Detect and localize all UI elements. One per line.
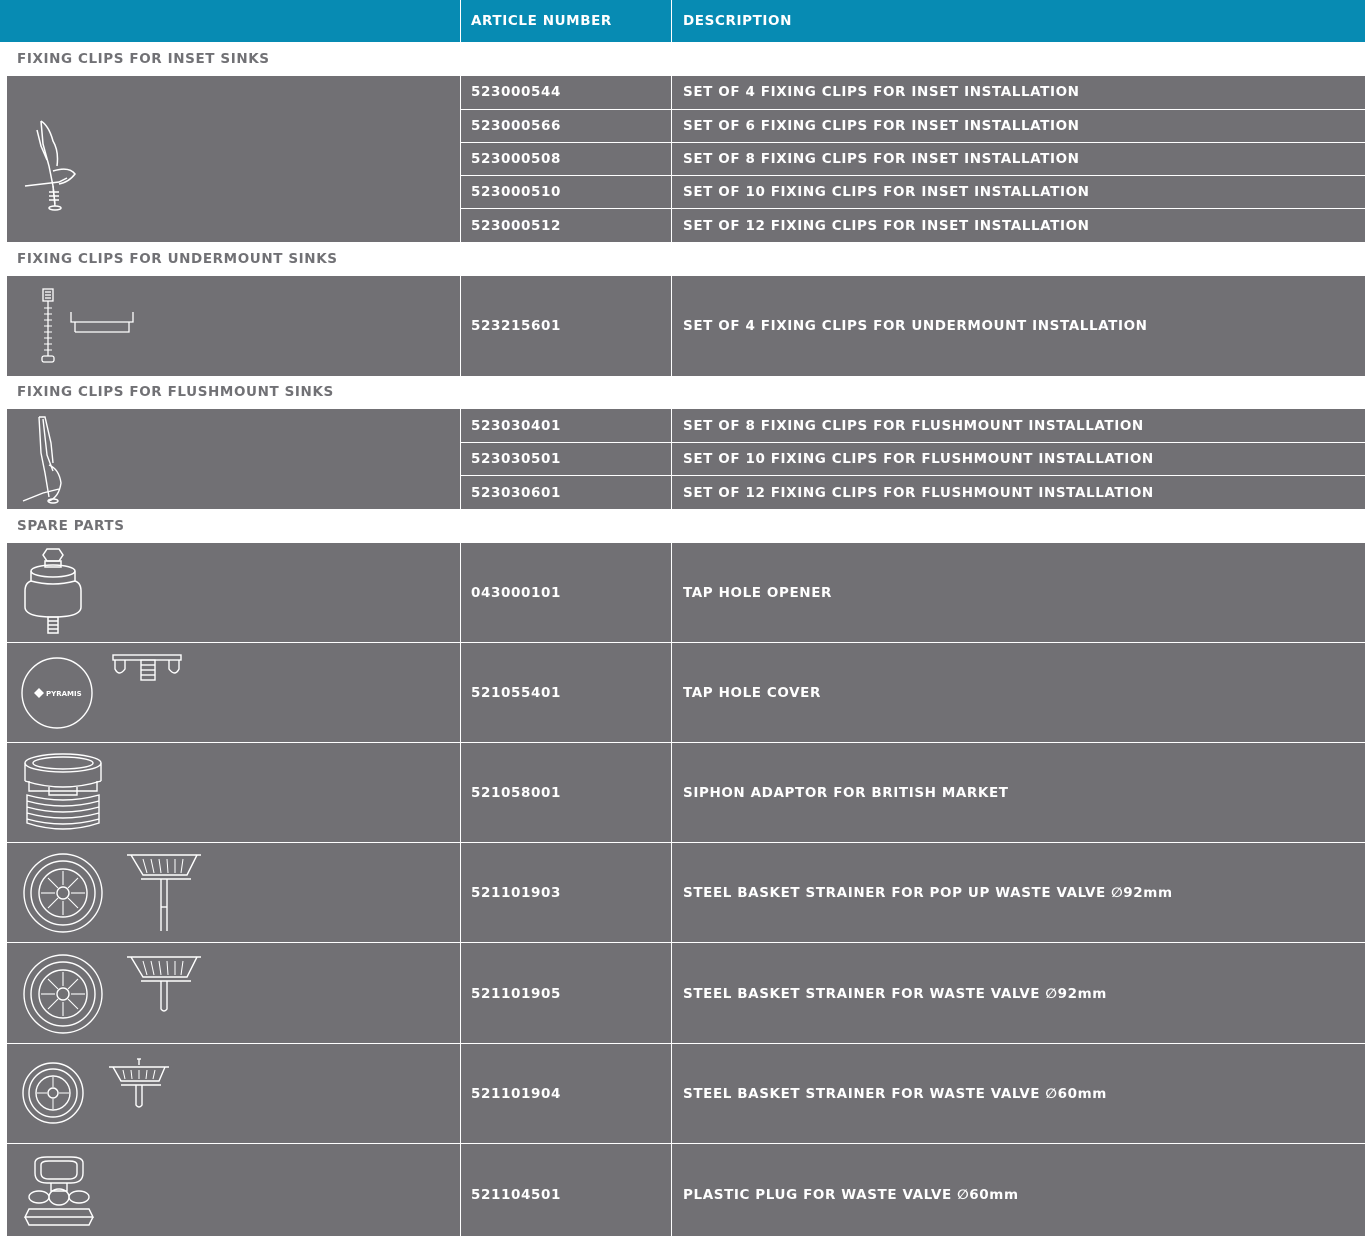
description-521058001: SIPHON ADAPTOR FOR BRITISH MARKET [683, 785, 1009, 801]
description-521055401: TAP HOLE COVER [683, 685, 821, 701]
description-523000566: SET OF 6 FIXING CLIPS FOR INSET INSTALLA… [683, 118, 1080, 134]
article-523030401: 523030401 [471, 418, 561, 434]
description-523030401: SET OF 8 FIXING CLIPS FOR FLUSHMOUNT INS… [683, 418, 1144, 434]
flushmount-clip-image [22, 416, 62, 504]
svg-text:PYRAMIS: PYRAMIS [46, 690, 82, 698]
tap-hole-cover-image: PYRAMIS [21, 654, 182, 729]
article-521058001: 521058001 [471, 785, 561, 801]
siphon-adaptor-image [24, 753, 102, 830]
article-523215601: 523215601 [471, 318, 561, 334]
strainer-60-image [22, 1058, 169, 1124]
description-523030601: SET OF 12 FIXING CLIPS FOR FLUSHMOUNT IN… [683, 485, 1154, 501]
article-521055401: 521055401 [471, 685, 561, 701]
description-521101904: STEEL BASKET STRAINER FOR WASTE VALVE ∅6… [683, 1086, 1107, 1102]
article-521104501: 521104501 [471, 1187, 561, 1203]
section-title-spare-parts: SPARE PARTS [17, 518, 125, 534]
article-523000566: 523000566 [471, 118, 561, 134]
header-description: DESCRIPTION [683, 13, 792, 29]
tap-hole-opener-image [24, 548, 82, 634]
description-523030501: SET OF 10 FIXING CLIPS FOR FLUSHMOUNT IN… [683, 451, 1154, 467]
article-043000101: 043000101 [471, 585, 561, 601]
article-523000512: 523000512 [471, 218, 561, 234]
description-523000510: SET OF 10 FIXING CLIPS FOR INSET INSTALL… [683, 184, 1090, 200]
description-523215601: SET OF 4 FIXING CLIPS FOR UNDERMOUNT INS… [683, 318, 1148, 334]
article-523030601: 523030601 [471, 485, 561, 501]
undermount-clip-image [41, 288, 134, 363]
article-521101903: 521101903 [471, 885, 561, 901]
description-521101905: STEEL BASKET STRAINER FOR WASTE VALVE ∅9… [683, 986, 1107, 1002]
plastic-plug-image [23, 1156, 95, 1226]
article-523000544: 523000544 [471, 84, 561, 100]
pop-up-strainer-image [23, 853, 201, 933]
section-title-undermount: FIXING CLIPS FOR UNDERMOUNT SINKS [17, 251, 338, 267]
product-table-page: ARTICLE NUMBER DESCRIPTION FIXING CLIPS … [0, 0, 1365, 1236]
article-521101904: 521101904 [471, 1086, 561, 1102]
section-title-inset: FIXING CLIPS FOR INSET SINKS [17, 51, 270, 67]
description-523000544: SET OF 4 FIXING CLIPS FOR INSET INSTALLA… [683, 84, 1080, 100]
table-header: ARTICLE NUMBER DESCRIPTION [0, 0, 1365, 42]
inset-clip-image [24, 120, 76, 211]
strainer-92-image [23, 954, 201, 1034]
section-title-flushmount: FIXING CLIPS FOR FLUSHMOUNT SINKS [17, 384, 334, 400]
article-523030501: 523030501 [471, 451, 561, 467]
article-523000508: 523000508 [471, 151, 561, 167]
article-521101905: 521101905 [471, 986, 561, 1002]
description-043000101: TAP HOLE OPENER [683, 585, 833, 601]
header-article-number: ARTICLE NUMBER [471, 13, 612, 29]
description-523000512: SET OF 12 FIXING CLIPS FOR INSET INSTALL… [683, 218, 1090, 234]
description-523000508: SET OF 8 FIXING CLIPS FOR INSET INSTALLA… [683, 151, 1080, 167]
article-523000510: 523000510 [471, 184, 561, 200]
description-521104501: PLASTIC PLUG FOR WASTE VALVE ∅60mm [683, 1187, 1019, 1203]
description-521101903: STEEL BASKET STRAINER FOR POP UP WASTE V… [683, 885, 1173, 901]
